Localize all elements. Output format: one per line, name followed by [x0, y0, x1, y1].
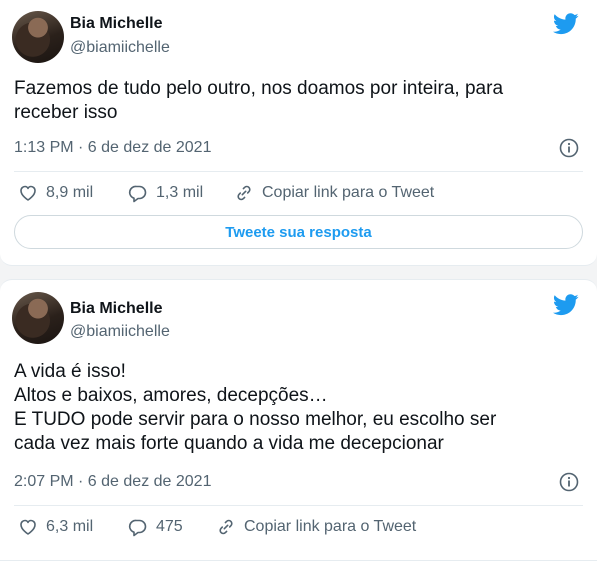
avatar[interactable] [12, 11, 64, 63]
tweet-text: Fazemos de tudo pelo outro, nos doamos p… [14, 78, 504, 123]
heart-icon [20, 185, 36, 201]
like-count: 6,3 mil [46, 518, 94, 535]
info-icon[interactable] [559, 472, 579, 492]
reply-button[interactable]: 1,3 mil [128, 183, 203, 203]
link-icon [237, 185, 251, 201]
divider [14, 171, 583, 172]
reply-count: 475 [156, 518, 183, 535]
like-button[interactable]: 8,9 mil [18, 183, 93, 203]
info-icon[interactable] [559, 138, 579, 158]
copy-link-label: Copiar link para o Tweet [244, 518, 417, 535]
tweet-card: Bia Michelle @biamiichelle Fazemos de tu… [0, 0, 597, 266]
twitter-bird-icon[interactable] [553, 294, 579, 316]
reply-button[interactable]: 475 [128, 517, 183, 537]
tweet-reply-button[interactable]: Tweete sua resposta [14, 215, 583, 249]
reply-icon [128, 185, 147, 203]
divider [14, 505, 583, 506]
tweet-timestamp[interactable]: 1:13 PM · 6 de dez de 2021 [14, 139, 211, 157]
author-handle[interactable]: @biamiichelle [70, 39, 170, 57]
author-name[interactable]: Bia Michelle [70, 300, 162, 318]
reply-icon [128, 519, 147, 537]
avatar[interactable] [12, 292, 64, 344]
twitter-bird-icon[interactable] [553, 13, 579, 35]
tweet-text: A vida é isso! Altos e baixos, amores, d… [14, 361, 497, 454]
link-icon [219, 519, 233, 535]
author-handle[interactable]: @biamiichelle [70, 323, 170, 341]
tweet-timestamp[interactable]: 2:07 PM · 6 de dez de 2021 [14, 473, 211, 491]
reply-count: 1,3 mil [156, 184, 204, 201]
tweet-card: Bia Michelle @biamiichelle A vida é isso… [0, 279, 597, 561]
like-count: 8,9 mil [46, 184, 94, 201]
copy-link-button[interactable]: Copiar link para o Tweet [216, 517, 416, 537]
author-name[interactable]: Bia Michelle [70, 15, 162, 33]
copy-link-button[interactable]: Copiar link para o Tweet [234, 183, 434, 203]
copy-link-label: Copiar link para o Tweet [262, 184, 435, 201]
like-button[interactable]: 6,3 mil [18, 517, 93, 537]
heart-icon [20, 519, 36, 535]
